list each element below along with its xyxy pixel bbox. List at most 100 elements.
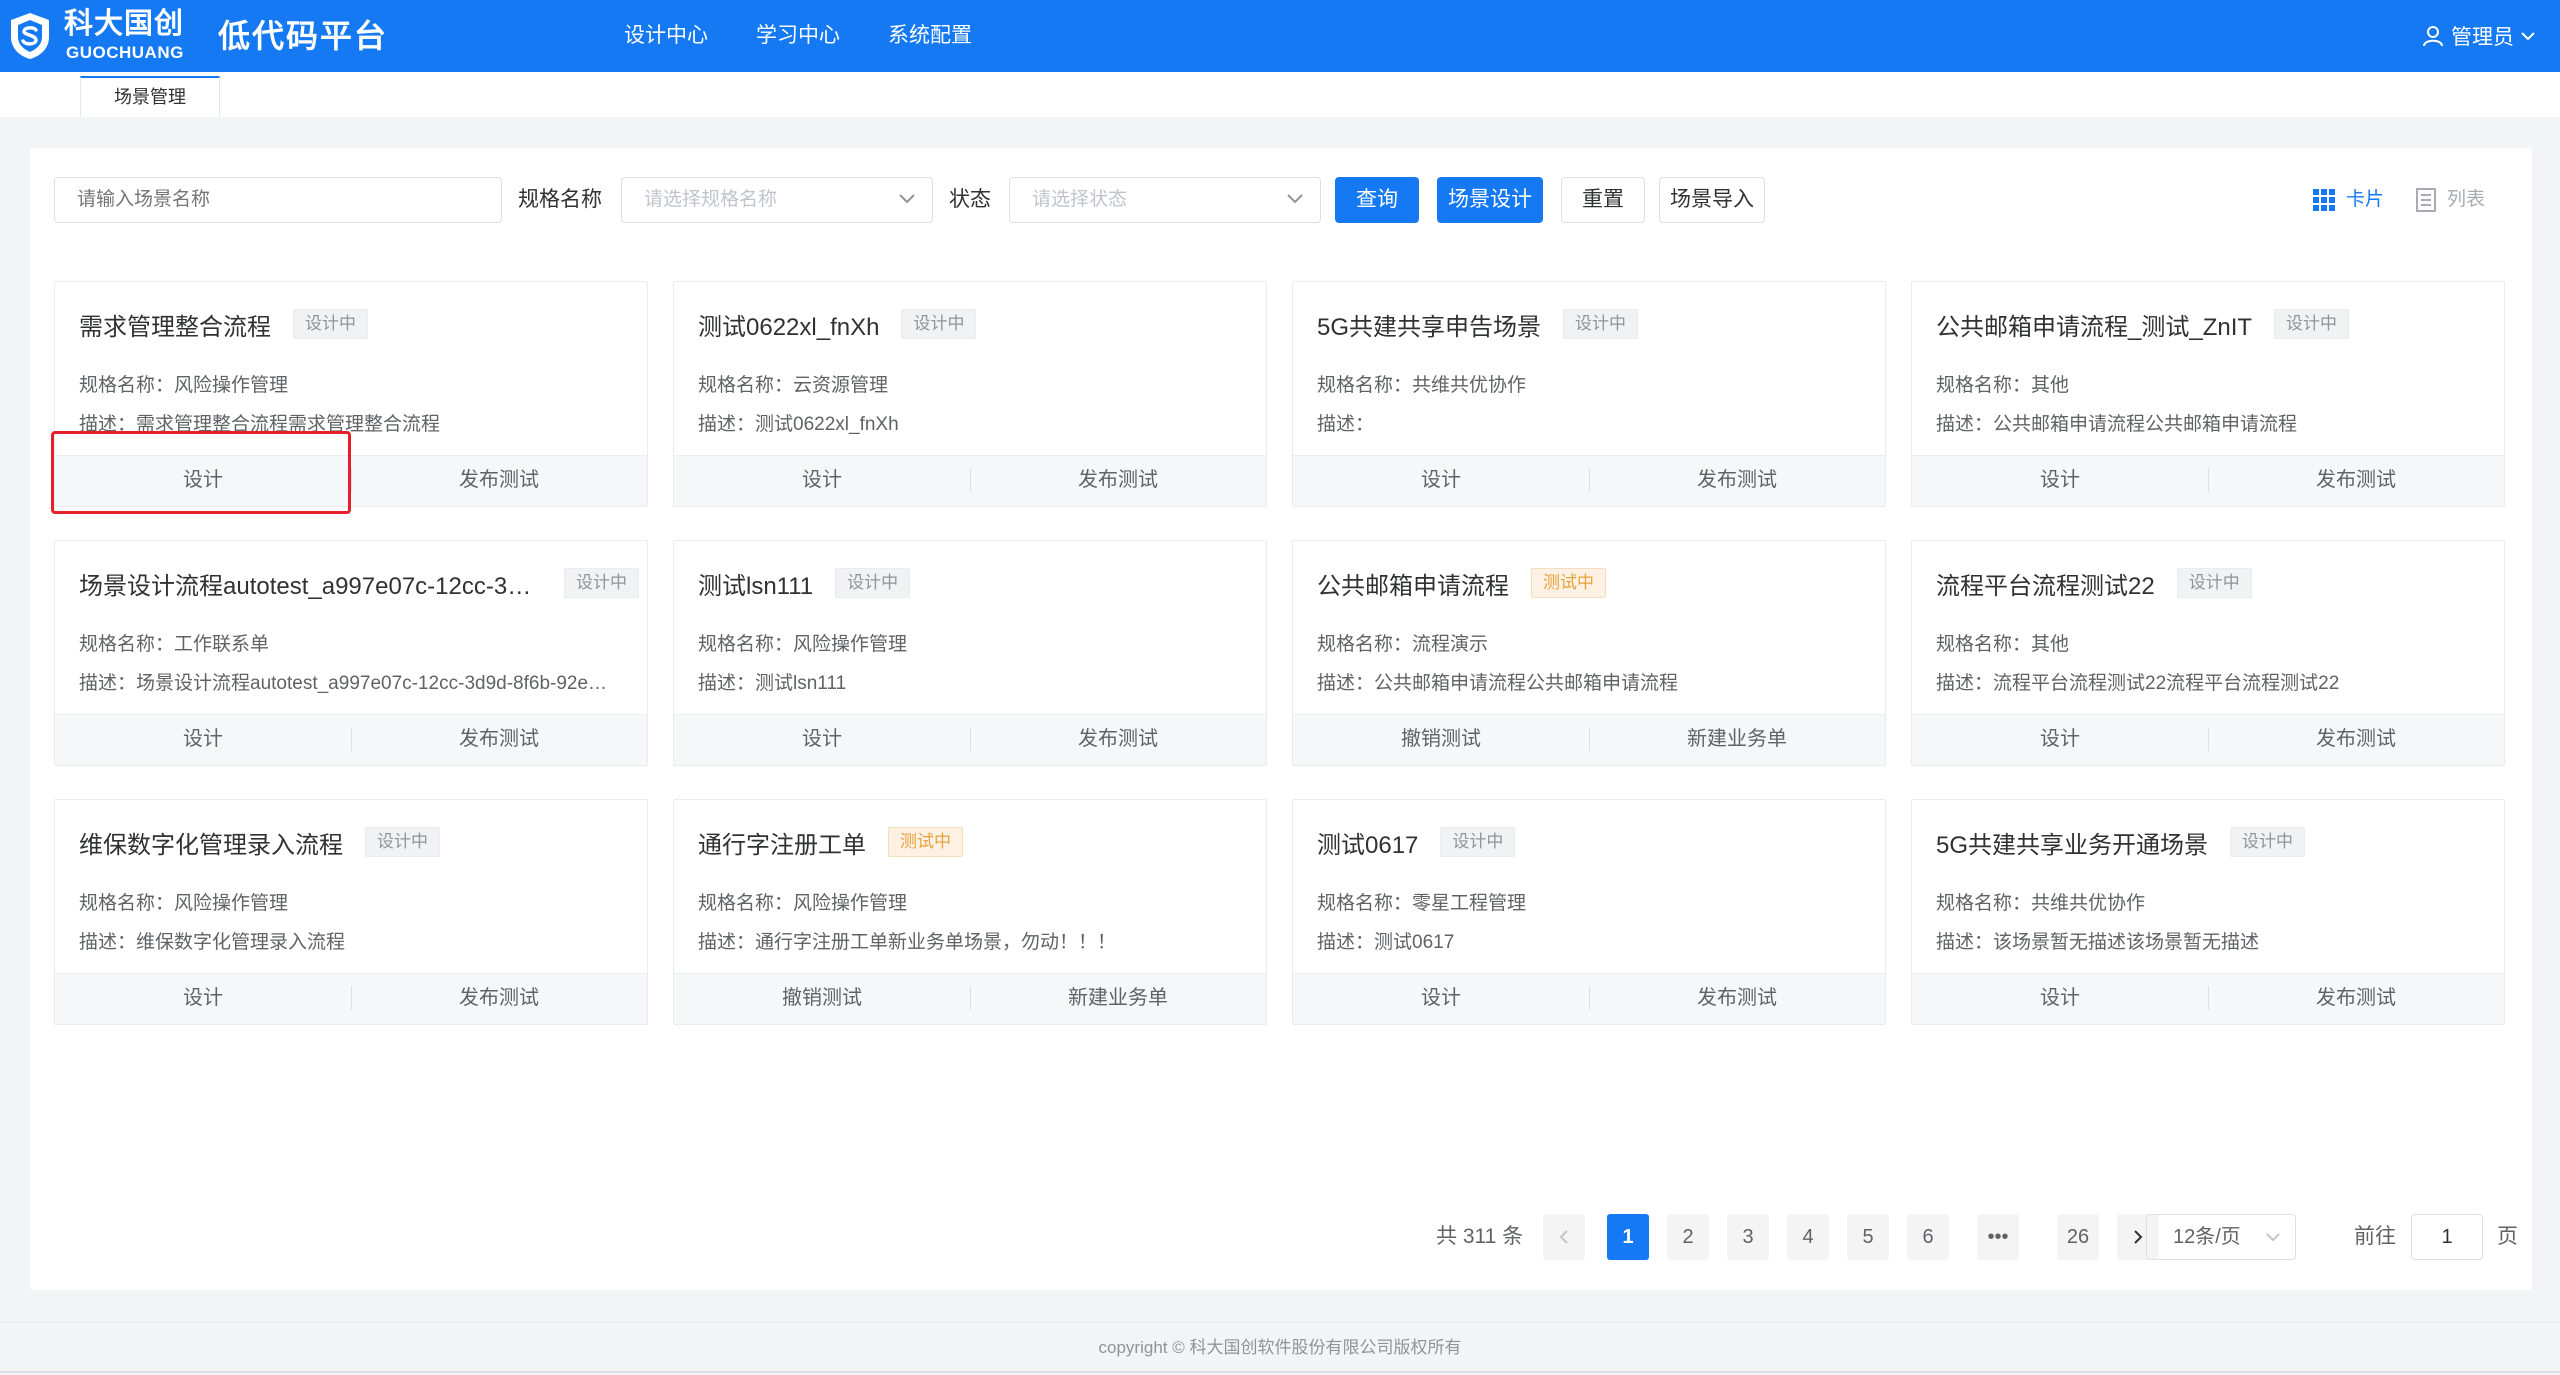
page-button[interactable]: 26 xyxy=(2057,1214,2099,1260)
view-list-toggle[interactable]: 列表 xyxy=(2415,187,2485,213)
page-size-value: 12条/页 xyxy=(2173,1226,2241,1248)
desc-prefix: 描述： xyxy=(1317,414,1375,435)
card-name[interactable]: 测试0617 xyxy=(1317,825,1418,860)
page-button[interactable]: 5 xyxy=(1847,1214,1889,1260)
card-name[interactable]: 5G共建共享申告场景 xyxy=(1317,307,1541,342)
scene-card: 公共邮箱申请流程 测试中 规格名称：流程演示 描述：公共邮箱申请流程公共邮箱申请流程撤… xyxy=(1292,540,1886,766)
card-name[interactable]: 流程平台流程测试22 xyxy=(1936,566,2155,601)
desc-prefix: 描述： xyxy=(1936,673,1994,694)
card-action-primary[interactable]: 设计 xyxy=(55,715,351,765)
logo-text-en: GUOCHUANG xyxy=(66,43,184,62)
scene-card: 维保数字化管理录入流程 设计中 规格名称：风险操作管理 描述：维保数字化管理录入流程设… xyxy=(54,799,648,1025)
desc-prefix: 描述： xyxy=(1317,932,1375,953)
goto-prefix: 前往 xyxy=(2354,1225,2396,1248)
view-card-toggle[interactable]: 卡片 xyxy=(2312,187,2384,213)
card-action-secondary[interactable]: 新建业务单 xyxy=(1589,715,1885,765)
page-button[interactable]: 2 xyxy=(1667,1214,1709,1260)
prev-page-button[interactable] xyxy=(1543,1214,1585,1260)
card-spec: 规格名称：其他 xyxy=(1936,632,2484,658)
status-badge: 设计中 xyxy=(1440,827,1516,857)
nav-design-center[interactable]: 设计中心 xyxy=(624,22,708,50)
card-name[interactable]: 场景设计流程autotest_a997e07c-12cc-3d9d-8f6b-9… xyxy=(79,566,542,601)
card-title: 测试0617 设计中 xyxy=(1317,825,1516,860)
card-action-secondary[interactable]: 发布测试 xyxy=(1589,974,1885,1024)
status-badge: 设计中 xyxy=(835,568,911,598)
card-action-secondary[interactable]: 发布测试 xyxy=(2208,456,2504,506)
card-name[interactable]: 测试0622xl_fnXh xyxy=(698,307,879,342)
nav-learning-center[interactable]: 学习中心 xyxy=(756,22,840,50)
card-name[interactable]: 需求管理整合流程 xyxy=(79,307,271,342)
card-action-secondary[interactable]: 发布测试 xyxy=(970,456,1266,506)
footer-divider xyxy=(0,1322,2560,1323)
card-desc: 描述：测试lsn111 xyxy=(698,671,1246,697)
desc-prefix: 描述： xyxy=(79,414,137,435)
tab-scene-management[interactable]: 场景管理 xyxy=(80,76,220,117)
card-action-primary[interactable]: 设计 xyxy=(1912,974,2208,1024)
scene-design-button[interactable]: 场景设计 xyxy=(1437,177,1543,223)
status-select[interactable]: 请选择状态 xyxy=(1009,177,1321,223)
card-action-primary[interactable]: 撤销测试 xyxy=(674,974,970,1024)
card-action-secondary[interactable]: 发布测试 xyxy=(2208,715,2504,765)
user-menu[interactable]: 管理员 xyxy=(2421,20,2542,52)
card-action-primary[interactable]: 设计 xyxy=(55,456,351,506)
card-desc: 描述：公共邮箱申请流程公共邮箱申请流程 xyxy=(1317,671,1865,697)
card-action-secondary[interactable]: 发布测试 xyxy=(2208,974,2504,1024)
card-name[interactable]: 公共邮箱申请流程 xyxy=(1317,566,1509,601)
nav-system-config[interactable]: 系统配置 xyxy=(888,22,972,50)
card-name[interactable]: 公共邮箱申请流程_测试_ZnIT xyxy=(1936,307,2252,342)
card-action-secondary[interactable]: 发布测试 xyxy=(351,715,647,765)
spec-prefix: 规格名称： xyxy=(1936,893,2032,914)
more-pages-button[interactable]: ••• xyxy=(1977,1214,2019,1260)
card-title: 需求管理整合流程 设计中 xyxy=(79,307,368,342)
scene-name-input[interactable] xyxy=(54,177,502,223)
reset-button[interactable]: 重置 xyxy=(1561,177,1645,223)
card-action-primary[interactable]: 设计 xyxy=(1912,456,2208,506)
status-select-placeholder: 请选择状态 xyxy=(1032,189,1128,210)
card-action-secondary[interactable]: 发布测试 xyxy=(351,456,647,506)
card-action-secondary[interactable]: 发布测试 xyxy=(1589,456,1885,506)
card-name[interactable]: 通行字注册工单 xyxy=(698,825,866,860)
card-action-primary[interactable]: 设计 xyxy=(55,974,351,1024)
query-button[interactable]: 查询 xyxy=(1335,177,1419,223)
spec-select[interactable]: 请选择规格名称 xyxy=(621,177,933,223)
page-button[interactable]: 1 xyxy=(1607,1214,1649,1260)
goto-page-input[interactable]: 1 xyxy=(2411,1214,2483,1260)
chevron-down-icon xyxy=(1287,194,1303,204)
card-name[interactable]: 5G共建共享业务开通场景 xyxy=(1936,825,2208,860)
card-action-primary[interactable]: 设计 xyxy=(674,715,970,765)
chevron-down-icon xyxy=(2521,32,2535,41)
card-action-primary[interactable]: 设计 xyxy=(1293,456,1589,506)
card-action-primary[interactable]: 设计 xyxy=(674,456,970,506)
card-title: 5G共建共享业务开通场景 设计中 xyxy=(1936,825,2306,860)
card-action-primary[interactable]: 撤销测试 xyxy=(1293,715,1589,765)
desc-prefix: 描述： xyxy=(79,673,137,694)
page-button[interactable]: 3 xyxy=(1727,1214,1769,1260)
spec-value: 共维共优协作 xyxy=(1412,375,1527,396)
card-action-secondary[interactable]: 发布测试 xyxy=(970,715,1266,765)
desc-value: 场景设计流程autotest_a997e07c-12cc-3d9d-8f6b-9… xyxy=(136,673,608,694)
view-list-label: 列表 xyxy=(2447,189,2486,210)
page-button[interactable]: 6 xyxy=(1907,1214,1949,1260)
card-actions: 设计 发布测试 xyxy=(55,714,647,765)
page-button[interactable]: 4 xyxy=(1787,1214,1829,1260)
chevron-left-icon xyxy=(1559,1230,1568,1244)
card-name[interactable]: 测试lsn111 xyxy=(698,566,813,601)
spec-prefix: 规格名称： xyxy=(79,375,175,396)
card-action-primary[interactable]: 设计 xyxy=(1293,974,1589,1024)
card-action-secondary[interactable]: 发布测试 xyxy=(351,974,647,1024)
logo-shield-icon xyxy=(11,13,49,59)
card-name[interactable]: 维保数字化管理录入流程 xyxy=(79,825,343,860)
footer-copyright: copyright © 科大国创软件股份有限公司版权所有 xyxy=(1098,1338,1462,1357)
spec-value: 共维共优协作 xyxy=(2031,893,2146,914)
spec-prefix: 规格名称： xyxy=(1936,375,2032,396)
chevron-down-icon xyxy=(2266,1233,2280,1242)
card-action-primary[interactable]: 设计 xyxy=(1912,715,2208,765)
tab-strip: 场景管理 xyxy=(0,72,2560,117)
scene-import-button[interactable]: 场景导入 xyxy=(1659,177,1765,223)
scene-card: 通行字注册工单 测试中 规格名称：风险操作管理 描述：通行字注册工单新业务单场景，勿动… xyxy=(673,799,1267,1025)
card-action-secondary[interactable]: 新建业务单 xyxy=(970,974,1266,1024)
spec-prefix: 规格名称： xyxy=(79,893,175,914)
card-spec: 规格名称：云资源管理 xyxy=(698,373,1246,399)
desc-value: 该场景暂无描述该场景暂无描述 xyxy=(1993,932,2260,953)
page-size-select[interactable]: 12条/页 xyxy=(2146,1214,2296,1260)
